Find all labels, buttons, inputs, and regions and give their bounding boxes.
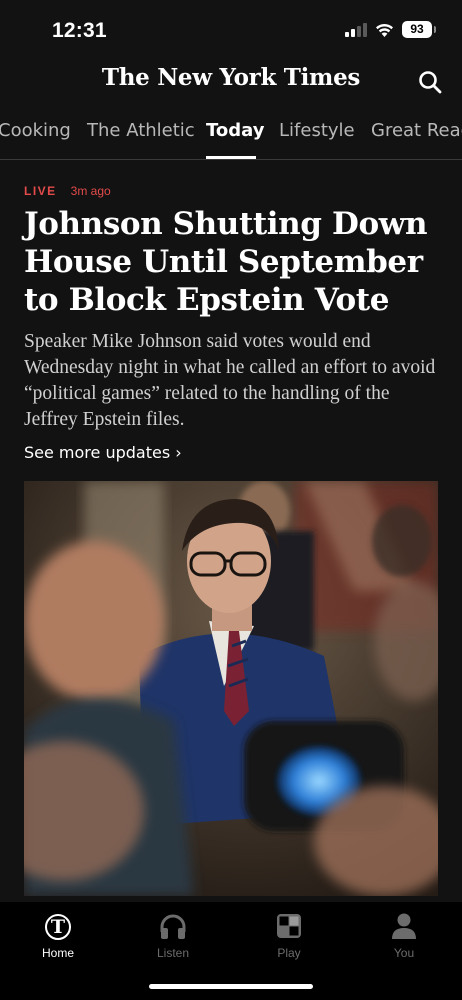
see-more-updates-link[interactable]: See more updates › — [24, 443, 182, 462]
puzzle-icon — [277, 914, 301, 938]
article-photo-illustration — [24, 481, 438, 896]
nav-you[interactable]: You — [364, 910, 444, 960]
tab-lifestyle[interactable]: Lifestyle — [279, 120, 355, 141]
svg-text:T: T — [51, 916, 65, 938]
status-bar: 12:31 93 — [0, 0, 462, 58]
nav-you-label: You — [393, 946, 415, 960]
article-headline[interactable]: Johnson Shutting Down House Until Septem… — [24, 205, 444, 319]
status-icons: 93 — [345, 21, 436, 38]
home-indicator[interactable] — [149, 984, 313, 989]
tab-cooking[interactable]: Cooking — [0, 120, 71, 141]
nav-play[interactable]: Play — [249, 910, 329, 960]
masthead: The New York Times — [0, 58, 462, 102]
tab-today[interactable]: Today — [206, 120, 264, 141]
section-tabs: Cooking The Athletic Today Lifestyle Gre… — [0, 102, 462, 160]
battery-icon: 93 — [402, 21, 436, 38]
nav-listen-label: Listen — [156, 946, 190, 960]
article-photo[interactable] — [24, 481, 438, 896]
tab-great-read[interactable]: Great Read — [371, 120, 462, 141]
live-label: LIVE — [24, 184, 57, 198]
person-icon — [392, 913, 416, 939]
nav-listen[interactable]: Listen — [133, 910, 213, 960]
tab-the-athletic[interactable]: The Athletic — [87, 120, 195, 141]
timestamp: 3m ago — [70, 184, 111, 198]
live-status: LIVE 3m ago — [24, 184, 111, 198]
headphones-icon — [160, 914, 186, 939]
article-summary[interactable]: Speaker Mike Johnson said votes would en… — [24, 329, 444, 433]
nav-play-label: Play — [277, 946, 301, 960]
search-icon[interactable] — [416, 68, 444, 96]
nav-home-label: Home — [41, 946, 74, 960]
active-tab-indicator — [206, 156, 256, 159]
nyt-logo[interactable]: The New York Times — [0, 64, 462, 91]
signal-icon — [345, 22, 367, 37]
nyt-t-icon: T — [45, 914, 71, 940]
status-time: 12:31 — [52, 19, 107, 42]
nav-home[interactable]: T Home — [18, 910, 98, 960]
wifi-icon — [376, 23, 393, 37]
